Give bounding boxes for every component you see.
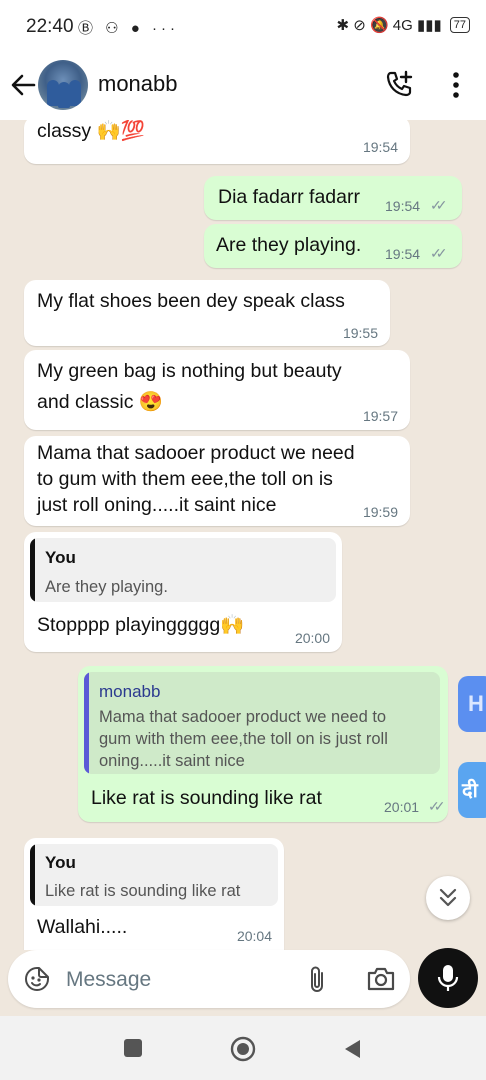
message-incoming[interactable]: My green bag is nothing but beauty and c… bbox=[24, 350, 410, 430]
status-bar: 22:40 Ⓑ ⚇ ● ··· ✱ ⊘ 🔕 4G ▮▮▮ 77 bbox=[0, 0, 486, 56]
contact-name[interactable]: monabb bbox=[98, 71, 178, 97]
avatar[interactable] bbox=[38, 60, 88, 110]
double-chevron-down-icon bbox=[439, 888, 457, 907]
message-incoming[interactable]: classy 🙌💯 19:54 bbox=[24, 120, 410, 164]
message-incoming[interactable]: Mama that sadooer product we need to gum… bbox=[24, 436, 410, 526]
message-time: 19:54 bbox=[362, 139, 398, 155]
battery-icon: 77 bbox=[449, 17, 470, 33]
message-text-line: Mama that sadooer product we need bbox=[37, 442, 355, 464]
message-text: Like rat is sounding like rat bbox=[91, 787, 322, 809]
chat-area[interactable]: classy 🙌💯 19:54 Dia fadarr fadarr 19:54 … bbox=[0, 120, 486, 950]
emoji-sticker-icon[interactable] bbox=[24, 966, 50, 992]
message-time: 20:00 bbox=[294, 630, 330, 646]
message-time: 20:01 bbox=[384, 799, 420, 815]
mic-icon bbox=[437, 965, 459, 991]
read-ticks-icon: ✓✓ bbox=[430, 197, 448, 213]
signal-icons: ✱ ⊘ 🔕 4G ▮▮▮ bbox=[336, 17, 442, 34]
message-incoming-reply[interactable]: You Like rat is sounding like rat Wallah… bbox=[24, 838, 284, 950]
quote-text: Are they playing. bbox=[45, 578, 168, 596]
message-text: Stopppp playinggggg🙌 bbox=[37, 614, 245, 636]
overlay-chip[interactable]: H bbox=[458, 676, 486, 732]
overlay-chip-label: दी bbox=[462, 780, 478, 802]
message-text: Wallahi..... bbox=[37, 916, 128, 938]
menu-icon[interactable] bbox=[450, 70, 462, 100]
attach-icon[interactable] bbox=[306, 964, 328, 994]
recents-button[interactable] bbox=[124, 1039, 142, 1057]
read-ticks-icon: ✓✓ bbox=[428, 798, 446, 814]
home-button[interactable] bbox=[230, 1036, 256, 1062]
quote-text: Like rat is sounding like rat bbox=[45, 882, 241, 900]
quote-author: You bbox=[45, 548, 76, 567]
overlay-chip-label: H bbox=[468, 691, 484, 716]
message-text-line: to gum with them eee,the toll on is bbox=[37, 468, 333, 490]
quoted-message[interactable]: monabb Mama that sadooer product we need… bbox=[84, 672, 440, 774]
message-composer bbox=[8, 950, 410, 1008]
message-incoming[interactable]: My flat shoes been dey speak class 19:55 bbox=[24, 280, 390, 346]
message-outgoing[interactable]: Are they playing. 19:54 ✓✓ bbox=[204, 224, 462, 268]
quoted-message[interactable]: You Like rat is sounding like rat bbox=[30, 844, 278, 906]
system-icons: ✱ ⊘ 🔕 4G ▮▮▮ 77 bbox=[336, 16, 470, 34]
message-text: Dia fadarr fadarr bbox=[218, 186, 360, 208]
quote-bar bbox=[30, 844, 35, 906]
message-time: 19:55 bbox=[342, 325, 378, 341]
back-arrow-icon[interactable] bbox=[10, 72, 36, 98]
voice-record-button[interactable] bbox=[418, 948, 478, 1008]
quoted-message[interactable]: You Are they playing. bbox=[30, 538, 336, 602]
notification-icons: Ⓑ ⚇ ● ··· bbox=[78, 20, 179, 37]
message-text-line: and classic 😍 bbox=[37, 391, 164, 413]
message-time: 19:57 bbox=[362, 408, 398, 424]
camera-icon[interactable] bbox=[366, 965, 396, 993]
quote-text-line: gum with them eee,the toll on is just ro… bbox=[99, 730, 388, 748]
message-text-line: My green bag is nothing but beauty bbox=[37, 360, 342, 382]
message-text: Are they playing. bbox=[216, 234, 362, 256]
clock: 22:40 bbox=[26, 16, 74, 37]
message-time: 19:54 bbox=[385, 246, 421, 262]
quote-bar bbox=[30, 538, 35, 602]
system-nav-bar bbox=[0, 1016, 486, 1080]
message-text: classy 🙌💯 bbox=[37, 120, 146, 142]
message-time: 20:04 bbox=[236, 928, 272, 944]
message-text-line: just roll oning.....it saint nice bbox=[37, 494, 277, 516]
quote-bar bbox=[84, 672, 89, 774]
message-outgoing-reply[interactable]: monabb Mama that sadooer product we need… bbox=[78, 666, 448, 822]
chat-header: monabb bbox=[0, 56, 486, 120]
quote-author: monabb bbox=[99, 682, 161, 701]
message-time: 19:59 bbox=[362, 504, 398, 520]
scroll-to-bottom-button[interactable] bbox=[426, 876, 470, 920]
add-call-icon[interactable] bbox=[385, 70, 413, 98]
quote-text-line: Mama that sadooer product we need to bbox=[99, 708, 387, 726]
quote-text-line: oning.....it saint nice bbox=[99, 752, 245, 770]
overlay-chip[interactable]: दी bbox=[458, 762, 486, 818]
nav-back-button[interactable] bbox=[342, 1038, 362, 1060]
read-ticks-icon: ✓✓ bbox=[430, 245, 448, 261]
message-incoming-reply[interactable]: You Are they playing. Stopppp playingggg… bbox=[24, 532, 342, 652]
message-text: My flat shoes been dey speak class bbox=[37, 290, 345, 312]
message-input[interactable] bbox=[64, 960, 288, 1000]
quote-author: You bbox=[45, 853, 76, 872]
message-outgoing[interactable]: Dia fadarr fadarr 19:54 ✓✓ bbox=[204, 176, 462, 220]
message-time: 19:54 bbox=[385, 198, 421, 214]
